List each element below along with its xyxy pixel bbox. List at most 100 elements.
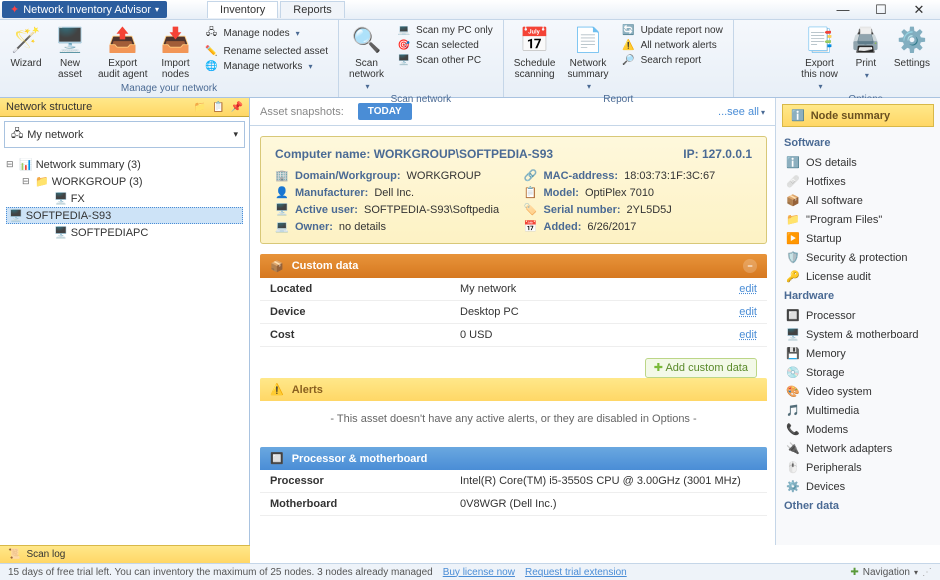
tree-root[interactable]: ⊟📊Network summary (3) [6,156,243,173]
sidebar-link[interactable]: 🔑License audit [782,267,934,286]
chip-icon: 🔲 [270,452,284,465]
tree-workgroup[interactable]: ⊟📁WORKGROUP (3) [6,173,243,190]
manage-nodes-button[interactable]: 🖧Manage nodes [202,24,331,43]
see-all-link[interactable]: ...see all [718,106,765,118]
tab-inventory[interactable]: Inventory [207,1,278,18]
table-row: Motherboard0V8WGR (Dell Inc.) [260,493,767,516]
alerts-header[interactable]: ⚠️Alerts [260,378,767,401]
custom-data-header[interactable]: 📦Custom data− [260,254,767,278]
print-button[interactable]: 🖨️Print [844,22,888,82]
import-nodes-button[interactable]: 📥Import nodes [154,22,198,82]
table-row: LocatedMy networkedit [260,278,767,301]
info-row: 📅Added:6/26/2017 [524,220,753,233]
navigation-button[interactable]: Navigation [863,567,910,578]
sidebar-link[interactable]: 💾Memory [782,344,934,363]
sidebar-link[interactable]: 🖥️System & motherboard [782,325,934,344]
resize-grip[interactable]: ⋰ [922,567,932,578]
sidebar-link[interactable]: 💿Storage [782,363,934,382]
export-agent-button[interactable]: 📤Export audit agent [92,22,154,82]
sidebar-link[interactable]: ℹ️OS details [782,153,934,172]
maximize-button[interactable]: ☐ [866,1,896,19]
status-message: 15 days of free trial left. You can inve… [8,567,433,578]
request-trial-link[interactable]: Request trial extension [525,567,627,578]
network-combo[interactable]: 🖧 My network ▾ [4,121,245,148]
tree-node[interactable]: 🖥️FX [6,190,243,207]
node-summary-title: ℹ️Node summary [782,104,934,127]
pc-icon: 🖥️ [54,192,68,205]
sidebar-link[interactable]: 🩹Hotfixes [782,172,934,191]
all-alerts-button[interactable]: ⚠️All network alerts [619,39,725,52]
sidebar-link[interactable]: 🎵Multimedia [782,401,934,420]
edit-link[interactable]: edit [664,278,767,301]
settings-button[interactable]: ⚙️Settings [888,22,936,71]
other-pc-icon: 🖥️ [396,55,412,66]
sidebar-link[interactable]: ⚙️Devices [782,477,934,496]
sidebar-link[interactable]: ▶️Startup [782,229,934,248]
print-icon: 🖨️ [850,24,882,56]
network-structure-header: Network structure 📁 📋 📌 [0,98,249,117]
export-now-button[interactable]: 📑Export this now [795,22,844,93]
target-icon: 🎯 [396,40,412,51]
info-row: 🏷️Serial number:2YL5D5J [524,203,753,216]
edit-link[interactable]: edit [664,324,767,347]
sidebar-link[interactable]: 🔲Processor [782,306,934,325]
schedule-scanning-button[interactable]: 📅Schedule scanning [508,22,562,82]
sidebar-link[interactable]: 🛡️Security & protection [782,248,934,267]
nav-icon: ✚ [850,567,858,578]
import-icon: 📥 [160,24,192,56]
edit-link[interactable]: edit [664,301,767,324]
close-button[interactable]: ✕ [904,1,934,19]
software-heading: Software [782,133,934,153]
export-icon: 📤 [107,24,139,56]
sidebar-link[interactable]: 🔌Network adapters [782,439,934,458]
pin-icon[interactable]: 📌 [231,102,243,113]
scan-log-button[interactable]: 📜Scan log [0,545,250,563]
pc-icon: 🖥️ [9,209,23,222]
box-icon: 📦 [270,260,284,273]
table-row: ProcessorIntel(R) Core(TM) i5-3550S CPU … [260,470,767,493]
rename-icon: ✏️ [204,46,220,57]
table-row: DeviceDesktop PCedit [260,301,767,324]
sidebar-link[interactable]: 📞Modems [782,420,934,439]
scan-my-pc-button[interactable]: 💻Scan my PC only [394,24,495,37]
sidebar-link[interactable]: 📦All software [782,191,934,210]
add-custom-data-button[interactable]: Add custom data [645,358,757,378]
refresh-icon: 🔄 [621,25,637,36]
sidebar-link[interactable]: 📁"Program Files" [782,210,934,229]
app-title[interactable]: Network Inventory Advisor ▾ [2,1,167,18]
pc-icon: 💻 [396,25,412,36]
processor-header[interactable]: 🔲Processor & motherboard [260,447,767,470]
sidebar-link[interactable]: 🎨Video system [782,382,934,401]
network-summary-button[interactable]: 📄Network summary [561,22,614,93]
manage-networks-button[interactable]: 🌐Manage networks [202,60,331,73]
minimize-button[interactable]: — [828,1,858,19]
info-row: 🔗MAC-address:18:03:73:1F:3C:67 [524,169,753,182]
folder-icon: 📁 [35,175,49,188]
tree-node[interactable]: 🖥️SOFTPEDIA-S93 [6,207,243,224]
report-icon: 📄 [572,24,604,56]
wizard-button[interactable]: 🪄Wizard [4,22,48,71]
nodes-icon: 🖧 [204,25,220,42]
today-button[interactable]: TODAY [358,103,412,120]
tool-icon[interactable]: 📋 [212,102,224,113]
buy-license-link[interactable]: Buy license now [443,567,515,578]
tree-node[interactable]: 🖥️SOFTPEDIAPC [6,224,243,241]
new-asset-icon: 🖥️ [54,24,86,56]
scan-other-pc-button[interactable]: 🖥️Scan other PC [394,54,495,67]
update-report-button[interactable]: 🔄Update report now [619,24,725,37]
tab-reports[interactable]: Reports [280,1,345,18]
info-row: 🏢Domain/Workgroup:WORKGROUP [275,169,504,182]
scan-selected-button[interactable]: 🎯Scan selected [394,39,495,52]
scan-network-button[interactable]: 🔍Scan network [343,22,390,93]
table-row: Cost0 USDedit [260,324,767,347]
sidebar-link[interactable]: 🖱️Peripherals [782,458,934,477]
network-icon: 🖧 [11,125,23,144]
gear-icon: ⚙️ [896,24,928,56]
tool-icon[interactable]: 📁 [194,102,206,113]
calendar-icon: 📅 [519,24,551,56]
summary-icon: 📊 [19,158,33,171]
new-asset-button[interactable]: 🖥️New asset [48,22,92,82]
search-report-button[interactable]: 🔎Search report [619,54,725,67]
log-icon: 📜 [8,549,20,560]
rename-asset-button[interactable]: ✏️Rename selected asset [202,45,331,58]
